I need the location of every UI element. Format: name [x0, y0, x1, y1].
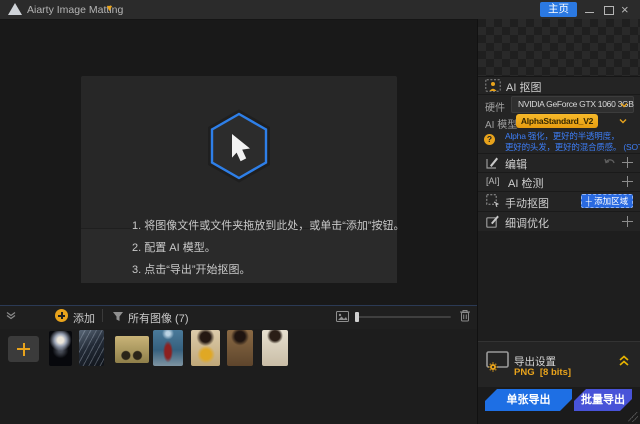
- instruction-step-3: 3. 点击“导出”开始抠图。: [132, 264, 251, 276]
- hardware-label: 硬件: [485, 103, 505, 114]
- add-region-button[interactable]: ┼ 添加区域: [581, 194, 633, 208]
- model-label: AI 模型: [485, 120, 518, 131]
- close-icon[interactable]: ×: [621, 2, 629, 17]
- chevron-down-icon[interactable]: [619, 117, 627, 125]
- section-edit-label: 编辑: [505, 159, 527, 171]
- model-desc-line2: 更好的头发，更好的混合质感。 (SOTA): [505, 142, 640, 152]
- sidebar-empty-area: [478, 231, 640, 341]
- undo-icon[interactable]: [604, 158, 616, 168]
- delete-trash-icon[interactable]: [459, 309, 471, 322]
- single-export-button[interactable]: 单张导出: [485, 389, 572, 411]
- instruction-step-2: 2. 配置 AI 模型。: [132, 242, 216, 254]
- thumbnail-size-slider[interactable]: [355, 316, 451, 318]
- app-window: Aiarty Image Matting ▼ 主页 × 1. 将图像文件或文件夹…: [0, 0, 640, 424]
- toolbar-divider: [102, 309, 103, 322]
- minimize-icon[interactable]: [585, 12, 594, 13]
- hardware-select[interactable]: NVIDIA GeForce GTX 1060 3GB: [511, 96, 634, 113]
- add-image-tile[interactable]: [8, 336, 39, 362]
- plus-icon[interactable]: [622, 176, 633, 187]
- section-fine-tune[interactable]: 细调优化: [478, 211, 640, 232]
- section-manual-matting-label: 手动抠图: [505, 198, 549, 210]
- edit-pencil-icon: [486, 156, 499, 169]
- batch-export-button[interactable]: 批量导出: [574, 389, 632, 411]
- thumbnail-size-slider-handle[interactable]: [355, 312, 359, 322]
- thumbnail-image[interactable]: [79, 330, 104, 366]
- plus-icon[interactable]: [622, 157, 633, 168]
- export-settings-section[interactable]: 导出设置 PNG [8 bits]: [478, 341, 640, 388]
- section-fine-tune-label: 细调优化: [505, 218, 549, 230]
- resize-grip[interactable]: [628, 412, 638, 422]
- model-row: AI 模型 AlphaStandard_V2: [478, 113, 640, 131]
- section-manual-matting[interactable]: 手动抠图 ┼ 添加区域: [478, 191, 640, 212]
- fine-tune-icon: [486, 215, 499, 228]
- title-bar: Aiarty Image Matting ▼ 主页 ×: [0, 0, 640, 20]
- collapse-panel-icon[interactable]: [5, 309, 17, 321]
- ai-matting-title: AI 抠图: [506, 82, 542, 94]
- thumbnail-image[interactable]: [227, 330, 253, 366]
- hardware-row: 硬件 NVIDIA GeForce GTX 1060 3GB: [478, 94, 640, 114]
- thumbnail-image[interactable]: [49, 331, 72, 366]
- ai-detect-icon: [AI]: [486, 176, 500, 186]
- ai-matting-icon: [485, 79, 501, 92]
- thumbnail-image[interactable]: [115, 336, 149, 363]
- add-images-label[interactable]: 添加: [73, 310, 95, 326]
- export-format-value[interactable]: PNG [8 bits]: [514, 367, 571, 378]
- all-images-filter[interactable]: 所有图像 (7): [128, 310, 189, 326]
- plus-icon[interactable]: [622, 216, 633, 227]
- section-ai-matting[interactable]: AI 抠图: [478, 76, 640, 95]
- section-ai-detect[interactable]: [AI] AI 检测: [478, 172, 640, 192]
- thumbnail-image[interactable]: [191, 330, 220, 366]
- drop-zone[interactable]: 1. 将图像文件或文件夹拖放到此处，或单击“添加”按钮。 2. 配置 AI 模型…: [81, 76, 405, 283]
- filter-funnel-icon[interactable]: [112, 311, 124, 322]
- model-select[interactable]: AlphaStandard_V2: [516, 114, 598, 128]
- app-logo-icon: [8, 3, 22, 15]
- export-buttons-area: 单张导出 批量导出: [478, 387, 640, 424]
- canvas-background: 1. 将图像文件或文件夹拖放到此处，或单击“添加”按钮。 2. 配置 AI 模型…: [0, 20, 477, 305]
- home-button[interactable]: 主页: [540, 2, 577, 17]
- thumbnail-image[interactable]: [262, 330, 288, 366]
- maximize-icon[interactable]: [604, 6, 614, 15]
- section-edit[interactable]: 编辑: [478, 153, 640, 173]
- right-sidebar: AI 抠图 硬件 NVIDIA GeForce GTX 1060 3GB AI …: [478, 19, 640, 424]
- instruction-step-1: 1. 将图像文件或文件夹拖放到此处，或单击“添加”按钮。: [132, 220, 405, 232]
- transparency-preview: [478, 19, 640, 77]
- drop-hexagon-cursor-icon: [207, 109, 271, 187]
- help-icon[interactable]: ?: [484, 134, 495, 145]
- model-description-row: ? Alpha 强化，更好的半透明度， 更好的头发，更好的混合质感。 (SOTA…: [478, 130, 640, 154]
- hardware-value: NVIDIA GeForce GTX 1060 3GB: [518, 99, 634, 109]
- section-ai-detect-label: AI 检测: [508, 178, 544, 190]
- collapse-up-icon[interactable]: [618, 354, 630, 367]
- add-images-button[interactable]: [55, 309, 68, 322]
- manual-matting-icon: [486, 194, 499, 207]
- app-menu-chevron-icon[interactable]: ▼: [105, 3, 114, 13]
- thumbnail-size-icon: [336, 311, 349, 322]
- export-settings-icon: [486, 351, 510, 373]
- chevron-down-icon: [620, 101, 628, 109]
- thumbnail-image[interactable]: [153, 330, 183, 366]
